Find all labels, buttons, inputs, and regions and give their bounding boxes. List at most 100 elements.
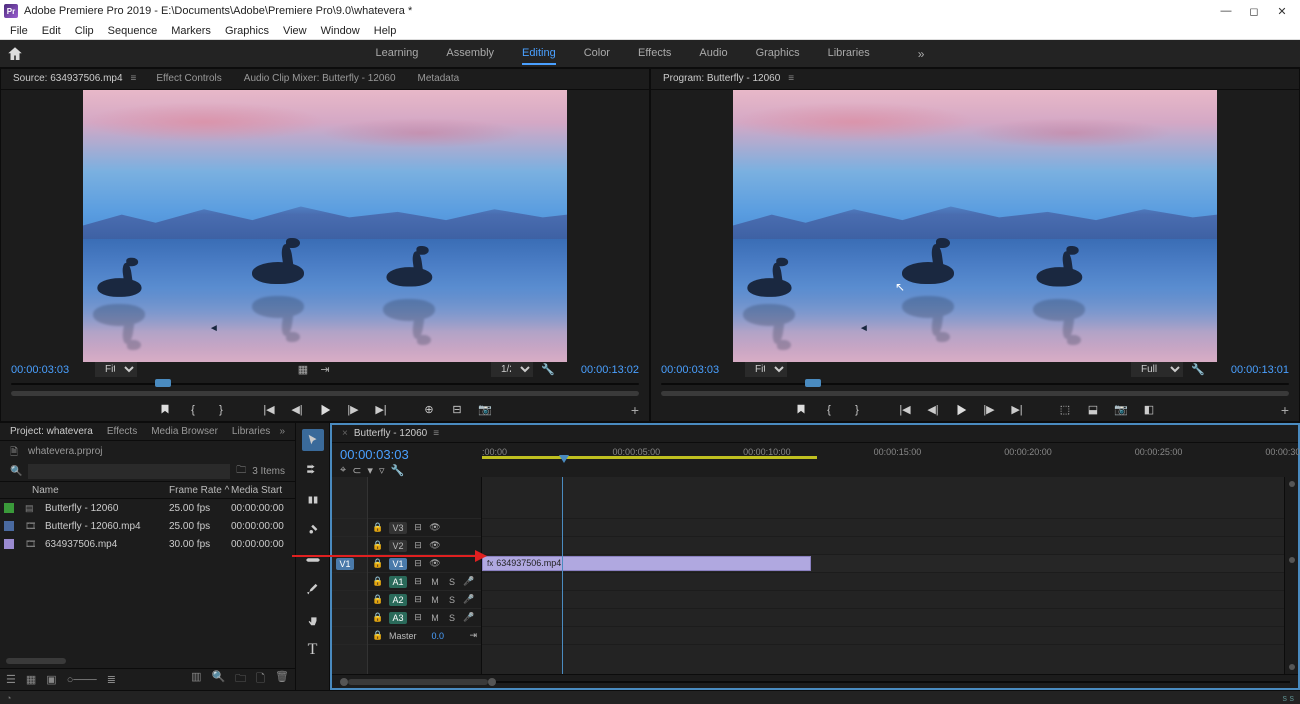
solo-button[interactable]: S [446,577,458,587]
timeline-tracks[interactable]: fx634937506.mp4 [482,477,1284,674]
snap-icon[interactable]: ⌖ [340,464,346,477]
lock-icon[interactable]: 🔒 [372,558,384,569]
menu-edit[interactable]: Edit [36,24,67,38]
workspace-overflow-icon[interactable]: » [918,43,925,65]
mute-button[interactable]: M [429,577,441,587]
wrench-icon[interactable]: 🔧 [1191,363,1205,377]
add-button-editor-icon[interactable]: + [1281,402,1289,418]
new-item-icon[interactable]: 🗋 [256,670,265,689]
lock-icon[interactable]: 🔒 [372,576,384,587]
tab-project[interactable]: Project: whatevera [10,426,93,437]
sync-lock-icon[interactable]: ⊟ [412,522,424,533]
step-forward-button[interactable]: |▶ [980,401,998,419]
source-patch-v1[interactable]: V1 [336,558,354,570]
header-name[interactable]: Name [28,485,169,496]
tab-effects[interactable]: Effects [107,426,137,437]
program-timecode-current[interactable]: 00:00:03:03 [661,364,737,376]
overwrite-button[interactable]: ⊟ [448,401,466,419]
mute-button[interactable]: M [429,613,441,623]
play-button[interactable] [316,401,334,419]
workspace-assembly[interactable]: Assembly [446,43,494,65]
linked-selection-icon[interactable]: ⊂ [352,464,361,477]
program-timecode-duration[interactable]: 00:00:13:01 [1213,364,1289,376]
list-item[interactable]: 🎞Butterfly - 12060.mp4 25.00 fps 00:00:0… [0,517,295,535]
timeline-settings-icon[interactable]: ▿ [379,464,385,477]
timeline-wrench-icon[interactable]: 🔧 [390,464,404,477]
new-bin-icon[interactable]: 🗀 [236,463,246,480]
header-frame-rate[interactable]: Frame Rate ^ [169,485,231,496]
track-header-a2[interactable]: 🔒 A2 ⊟ M S 🎤 [368,591,481,609]
menu-graphics[interactable]: Graphics [219,24,275,38]
step-back-button[interactable]: ◀| [924,401,942,419]
sync-lock-icon[interactable]: ⊟ [412,540,424,551]
workspace-graphics[interactable]: Graphics [756,43,800,65]
track-output-icon[interactable]: 👁 [429,522,441,533]
add-marker-icon[interactable]: ▾ [367,464,373,477]
project-hscroll[interactable] [6,658,66,664]
type-tool[interactable]: T [302,639,324,661]
playhead-line[interactable] [562,477,563,674]
voiceover-icon[interactable]: 🎤 [463,594,475,605]
timeline-timecode[interactable]: 00:00:03:03 [340,447,474,462]
step-back-button[interactable]: ◀| [288,401,306,419]
menu-markers[interactable]: Markers [165,24,217,38]
work-area-bar[interactable] [482,456,817,459]
slip-tool[interactable] [302,549,324,571]
list-view-icon[interactable]: ☰ [6,673,16,686]
sync-lock-icon[interactable]: ⊟ [412,558,424,569]
workspace-libraries[interactable]: Libraries [828,43,870,65]
track-header-master[interactable]: 🔒 Master 0.0 ⇥ [368,627,481,645]
tab-source[interactable]: Source: 634937506.mp4 [11,69,125,88]
lock-icon[interactable]: 🔒 [372,594,384,605]
pen-tool[interactable] [302,579,324,601]
tab-program-menu-icon[interactable]: ≡ [788,73,794,84]
track-header-a3[interactable]: 🔒 A3 ⊟ M S 🎤 [368,609,481,627]
mark-in-button[interactable]: { [184,401,202,419]
track-output-icon[interactable]: 👁 [429,558,441,569]
playhead-icon[interactable] [559,455,569,463]
track-select-tool[interactable] [302,459,324,481]
voiceover-icon[interactable]: 🎤 [463,612,475,623]
export-frame-button[interactable]: 📷 [1112,401,1130,419]
mark-out-button[interactable]: } [212,401,230,419]
zoom-slider[interactable]: ○─── [67,674,97,686]
source-scrub-bar[interactable] [11,378,639,389]
workspace-effects[interactable]: Effects [638,43,671,65]
menu-window[interactable]: Window [315,24,366,38]
ripple-edit-tool[interactable] [302,489,324,511]
source-viewer[interactable]: ◄ [1,90,649,362]
settings-icon[interactable]: ⇥ [318,363,332,377]
track-output-icon[interactable]: 👁 [429,540,441,551]
list-item[interactable]: 🎞634937506.mp4 30.00 fps 00:00:00:00 [0,535,295,553]
comparison-view-button[interactable]: ◧ [1140,401,1158,419]
program-scrub-handle[interactable] [805,379,821,387]
track-a3[interactable] [482,609,1284,627]
mute-button[interactable]: M [429,595,441,605]
workspace-audio[interactable]: Audio [699,43,727,65]
sort-icon[interactable]: ≣ [107,673,116,686]
program-resolution-select[interactable]: Full [1131,362,1183,377]
step-forward-button[interactable]: |▶ [344,401,362,419]
sync-lock-icon[interactable]: ⊟ [412,612,424,623]
lock-icon[interactable]: 🔒 [372,630,384,641]
track-header-v2[interactable]: 🔒 V2 ⊟ 👁 [368,537,481,555]
menu-file[interactable]: File [4,24,34,38]
menu-clip[interactable]: Clip [69,24,100,38]
sequence-tab-menu-icon[interactable]: ≡ [433,428,439,439]
source-timecode-duration[interactable]: 00:00:13:02 [563,364,639,376]
source-timecode-current[interactable]: 00:00:03:03 [11,364,87,376]
search-input[interactable] [28,464,230,479]
add-marker-button[interactable] [792,401,810,419]
tabs-overflow-icon[interactable]: » [279,426,285,437]
track-v3[interactable] [482,519,1284,537]
source-zoom-select[interactable]: Fit [95,362,137,377]
go-to-out-button[interactable]: ▶| [372,401,390,419]
icon-view-icon[interactable]: ▦ [26,673,36,686]
go-to-in-button[interactable]: |◀ [260,401,278,419]
tab-source-menu-icon[interactable]: ≡ [131,73,137,84]
wrench-icon[interactable]: 🔧 [541,363,555,377]
track-header-a1[interactable]: 🔒 A1 ⊟ M S 🎤 [368,573,481,591]
selection-tool[interactable] [302,429,324,451]
sync-lock-icon[interactable]: ⊟ [412,576,424,587]
go-to-out-button[interactable]: ▶| [1008,401,1026,419]
